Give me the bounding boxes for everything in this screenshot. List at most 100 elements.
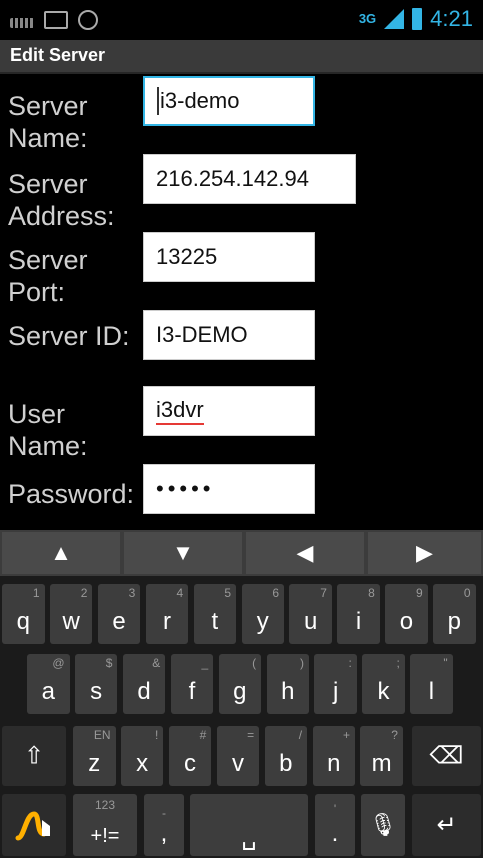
backspace-key[interactable]: ⌫ [412, 726, 481, 786]
key-hint: ? [391, 728, 398, 742]
microphone-key[interactable]: 🎙 [361, 794, 405, 856]
key-j[interactable]: :j [314, 654, 357, 714]
key-n[interactable]: + n [312, 726, 355, 786]
status-indicators: 3G 4:21 [359, 6, 473, 32]
backspace-icon: ⌫ [429, 742, 464, 770]
key-label: o [399, 608, 414, 635]
key-label: k [377, 678, 390, 705]
key-x[interactable]: ! x [120, 726, 164, 786]
key-a[interactable]: @ a [27, 654, 70, 714]
key-hint: 5 [224, 586, 232, 600]
key-label: d [137, 678, 151, 705]
key-r[interactable]: 4r [145, 584, 189, 644]
key-h[interactable]: ) h [266, 654, 309, 714]
spellcheck-text: i3dvr [156, 397, 204, 425]
key-hint: 4 [176, 586, 184, 600]
key-label: p [447, 608, 462, 635]
arrow-down-button[interactable]: ▼ [124, 532, 242, 574]
user-name-label: User Name: [8, 399, 88, 461]
key-hint: ) [300, 656, 304, 670]
keyboard-icon [10, 18, 34, 28]
key-hint: : [348, 656, 352, 670]
key-v[interactable]: = v [216, 726, 260, 786]
server-form: Server Name: i3-demo Server Address: 216… [0, 74, 483, 526]
notification-icons [10, 10, 98, 30]
space-key[interactable]: ␣ [190, 794, 308, 856]
key-s[interactable]: $ s [74, 654, 118, 714]
key-w[interactable]: 2w [49, 584, 93, 644]
key-c[interactable]: # c [168, 726, 212, 786]
shift-key[interactable]: ⇧ [2, 726, 66, 786]
key-label: r [162, 608, 171, 635]
key-label: t [211, 608, 219, 635]
comma-key[interactable]: - , [144, 794, 184, 856]
key-l[interactable]: " l [410, 654, 453, 714]
key-hint: 2 [80, 586, 88, 600]
key-hint: # [199, 728, 207, 742]
clock: 4:21 [430, 6, 473, 31]
battery-icon [412, 8, 423, 30]
key-hint: _ [201, 656, 209, 670]
server-id-label: Server ID: [8, 321, 130, 351]
key-label: f [188, 678, 196, 705]
server-name-field[interactable]: i3-demo [143, 76, 315, 126]
text-cursor [157, 87, 159, 115]
key-k[interactable]: ; k [362, 654, 405, 714]
signal-icon [384, 9, 405, 29]
key-d[interactable]: & d [122, 654, 166, 714]
user-name-field[interactable]: i3dvr [143, 386, 315, 436]
symbols-key[interactable]: 123 +!= [73, 794, 137, 856]
key-label: g [233, 678, 247, 705]
key-label: s [90, 678, 103, 705]
key-z[interactable]: EN z [73, 726, 116, 786]
key-label: b [279, 750, 293, 777]
arrow-up-icon: ▲ [50, 540, 72, 565]
soft-keyboard: ▲ ▼ ◀ ▶ 1q2w3e4r5t6y7u8i9o0p @ a $ s & d _ f(g)… [0, 530, 483, 858]
server-id-field[interactable]: I3-DEMO [143, 310, 315, 360]
key-b[interactable]: / b [264, 726, 308, 786]
key-p[interactable]: 0p [433, 584, 476, 644]
swype-key[interactable] [2, 794, 66, 856]
key-label: i [355, 608, 362, 635]
key-hint: + [342, 728, 350, 742]
arrow-down-icon: ▼ [172, 540, 194, 565]
key-f[interactable]: _ f [170, 654, 214, 714]
arrow-left-button[interactable]: ◀ [246, 532, 364, 574]
key-hint: $ [105, 656, 113, 670]
server-address-label: Server Address: [8, 169, 115, 231]
key-t[interactable]: 5t [193, 584, 237, 644]
server-port-field[interactable]: 13225 [143, 232, 315, 282]
key-label: h [281, 678, 295, 705]
arrow-right-button[interactable]: ▶ [368, 532, 481, 574]
password-label: Password: [8, 479, 135, 509]
key-hint: ( [252, 656, 257, 670]
image-icon [44, 11, 68, 29]
period-key[interactable]: ' . [315, 794, 355, 856]
key-e[interactable]: 3e [97, 584, 141, 644]
enter-key[interactable]: ↵ [412, 794, 481, 856]
key-q[interactable]: 1q [2, 584, 45, 644]
key-label: a [41, 678, 55, 705]
key-u[interactable]: 7u [289, 584, 332, 644]
key-hint: ; [396, 656, 400, 670]
key-m[interactable]: ? m [360, 726, 403, 786]
key-hint: 9 [416, 586, 423, 600]
arrow-up-button[interactable]: ▲ [2, 532, 120, 574]
key-o[interactable]: 9o [385, 584, 428, 644]
password-field[interactable]: ••••• [143, 464, 315, 514]
server-address-field[interactable]: 216.254.142.94 [143, 154, 356, 204]
key-y[interactable]: 6y [241, 584, 284, 644]
key-label: e [112, 608, 126, 635]
key-label: v [231, 750, 244, 777]
key-label: w [62, 608, 80, 635]
server-name-label: Server Name: [8, 91, 88, 153]
key-i[interactable]: 8i [337, 584, 380, 644]
arrow-left-icon: ◀ [296, 540, 314, 565]
key-hint: @ [52, 656, 65, 670]
key-hint: EN [93, 728, 111, 742]
shift-icon: ⇧ [23, 742, 45, 770]
key-g[interactable]: (g [218, 654, 262, 714]
key-label: u [303, 608, 318, 635]
title-bar: Edit Server [0, 40, 483, 74]
server-port-label: Server Port: [8, 245, 88, 307]
